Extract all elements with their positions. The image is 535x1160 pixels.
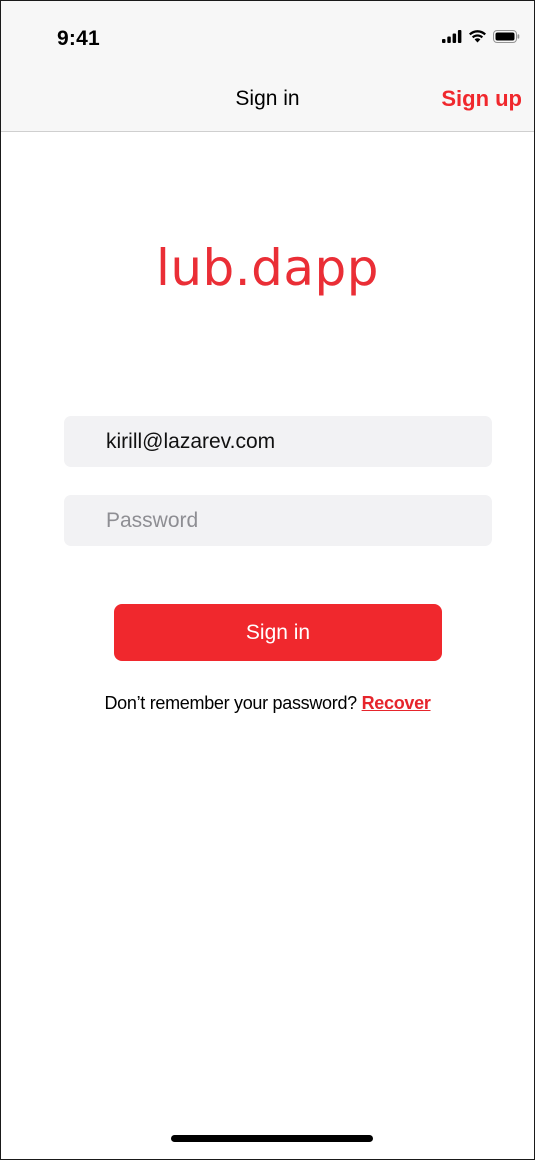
recover-prompt-text: Don’t remember your password? [104, 693, 357, 713]
app-logo: lub.dapp [155, 239, 380, 297]
battery-icon [493, 29, 520, 43]
home-indicator[interactable] [171, 1135, 373, 1142]
recover-link[interactable]: Recover [362, 693, 431, 713]
status-time: 9:41 [57, 27, 100, 50]
cellular-signal-icon [442, 29, 462, 43]
password-field[interactable] [64, 495, 492, 546]
status-icons [442, 29, 520, 43]
navigation-bar: Sign in Sign up [1, 71, 534, 132]
sign-in-button[interactable]: Sign in [114, 604, 442, 661]
wifi-icon [468, 29, 487, 43]
sign-up-button[interactable]: Sign up [441, 86, 522, 112]
phone-screen: 9:41 Sign in Sign up lub.dapp kirill@laz… [0, 0, 535, 1160]
email-field[interactable] [64, 416, 492, 467]
recover-prompt: Don’t remember your password? Recover [1, 693, 534, 714]
status-bar: 9:41 [1, 1, 534, 71]
